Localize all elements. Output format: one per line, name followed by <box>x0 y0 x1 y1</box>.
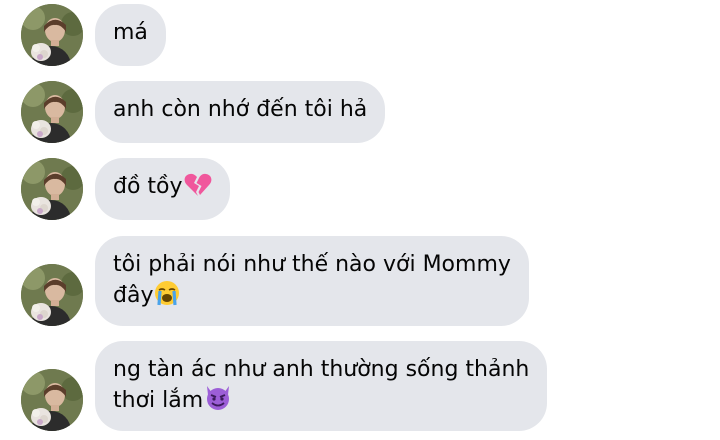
message-text: anh còn nhớ đến tôi hả <box>113 97 368 122</box>
loudly-crying-face-icon <box>154 280 180 315</box>
message-row: má <box>0 4 720 66</box>
message-text: má <box>113 20 148 45</box>
message-bubble[interactable]: anh còn nhớ đến tôi hả <box>95 81 385 143</box>
message-text-line: thơi lắm <box>113 385 529 420</box>
message-bubble[interactable]: ng tàn ác như anh thường sống thảnh thơi… <box>95 341 547 431</box>
avatar[interactable] <box>21 81 83 143</box>
message-bubble[interactable]: má <box>95 4 166 66</box>
avatar[interactable] <box>21 369 83 431</box>
message-text-line: tôi phải nói như thế nào với Mommy <box>113 252 511 277</box>
message-text: đồ tồy <box>113 172 212 206</box>
message-row: ng tàn ác như anh thường sống thảnh thơi… <box>0 341 720 431</box>
message-row: đồ tồy <box>0 158 720 220</box>
message-text-line: đây <box>113 280 511 315</box>
message-bubble[interactable]: đồ tồy <box>95 158 230 220</box>
broken-heart-icon <box>184 173 212 206</box>
avatar[interactable] <box>21 158 83 220</box>
profile-photo-icon <box>21 81 83 143</box>
message-row: anh còn nhớ đến tôi hả <box>0 81 720 143</box>
avatar[interactable] <box>21 264 83 326</box>
message-bubble[interactable]: tôi phải nói như thế nào với Mommy đây <box>95 236 529 326</box>
message-text-line: ng tàn ác như anh thường sống thảnh <box>113 357 530 382</box>
profile-photo-icon <box>21 264 83 326</box>
smiling-face-with-horns-icon <box>204 385 232 420</box>
profile-photo-icon <box>21 4 83 66</box>
message-row: tôi phải nói như thế nào với Mommy đây <box>0 236 720 326</box>
avatar[interactable] <box>21 4 83 66</box>
profile-photo-icon <box>21 369 83 431</box>
profile-photo-icon <box>21 158 83 220</box>
